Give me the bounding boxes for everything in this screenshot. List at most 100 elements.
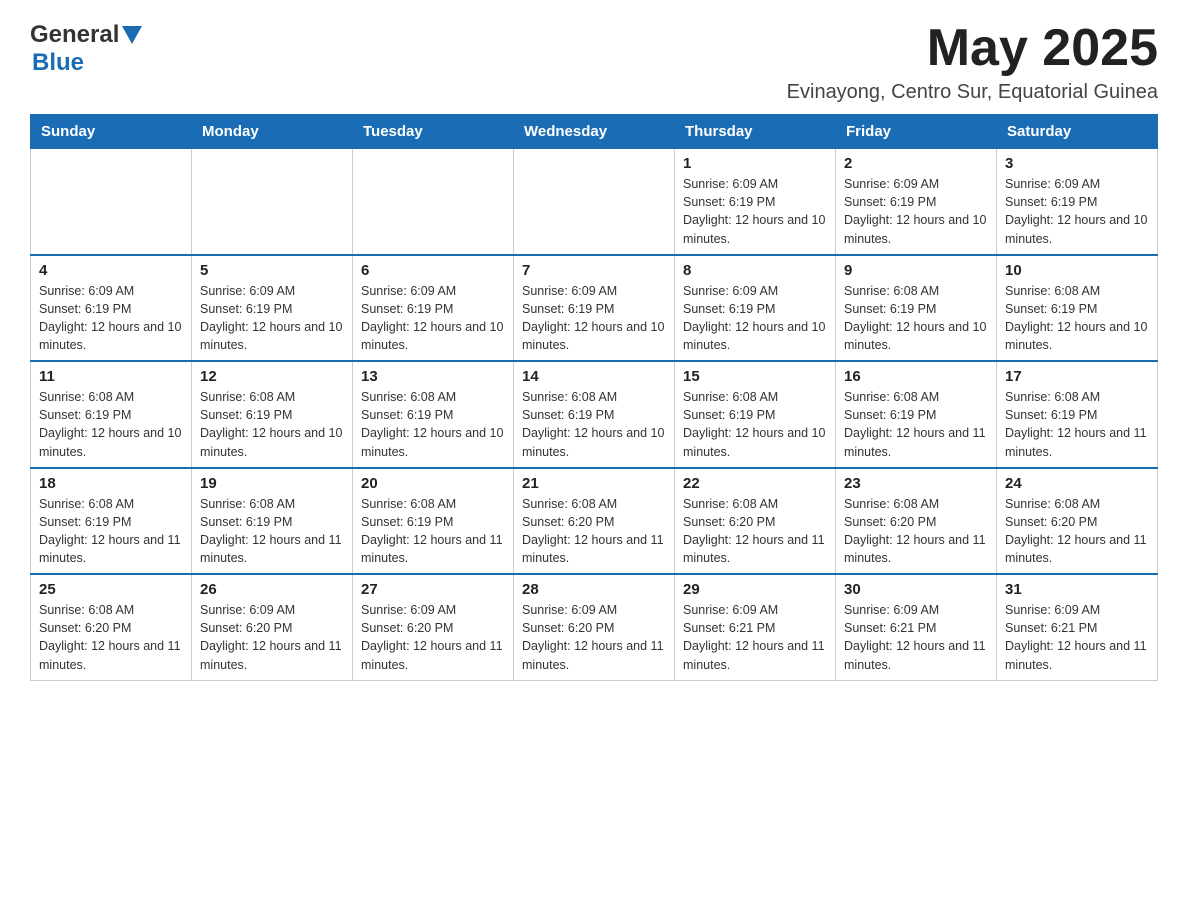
title-block: May 2025 Evinayong, Centro Sur, Equatori… bbox=[787, 20, 1158, 104]
day-number: 22 bbox=[683, 475, 827, 492]
calendar-week-row: 25 Sunrise: 6:08 AM Sunset: 6:20 PM Dayli… bbox=[31, 574, 1158, 680]
logo: General Blue bbox=[30, 20, 142, 77]
day-number: 29 bbox=[683, 581, 827, 598]
day-number: 11 bbox=[39, 368, 183, 385]
day-info: Sunrise: 6:08 AM Sunset: 6:19 PM Dayligh… bbox=[200, 388, 344, 461]
day-number: 9 bbox=[844, 262, 988, 279]
calendar-day-header: Thursday bbox=[675, 115, 836, 149]
calendar-day-cell: 12 Sunrise: 6:08 AM Sunset: 6:19 PM Dayli… bbox=[192, 361, 353, 468]
day-number: 25 bbox=[39, 581, 183, 598]
page-header: General Blue May 2025 Evinayong, Centro … bbox=[30, 20, 1158, 104]
calendar-day-cell: 19Sunrise: 6:08 AM Sunset: 6:19 PM Dayli… bbox=[192, 468, 353, 575]
day-info: Sunrise: 6:09 AM Sunset: 6:19 PM Dayligh… bbox=[683, 282, 827, 355]
calendar-day-cell: 3 Sunrise: 6:09 AM Sunset: 6:19 PM Daylig… bbox=[997, 149, 1158, 255]
day-info: Sunrise: 6:09 AM Sunset: 6:19 PM Dayligh… bbox=[683, 175, 827, 248]
day-number: 20 bbox=[361, 475, 505, 492]
day-info: Sunrise: 6:08 AM Sunset: 6:19 PM Dayligh… bbox=[1005, 282, 1149, 355]
day-number: 10 bbox=[1005, 262, 1149, 279]
day-number: 16 bbox=[844, 368, 988, 385]
day-number: 17 bbox=[1005, 368, 1149, 385]
calendar-day-cell bbox=[514, 149, 675, 255]
day-info: Sunrise: 6:08 AM Sunset: 6:19 PM Dayligh… bbox=[39, 495, 183, 568]
calendar-day-cell bbox=[353, 149, 514, 255]
calendar-day-cell: 17Sunrise: 6:08 AM Sunset: 6:19 PM Dayli… bbox=[997, 361, 1158, 468]
calendar-day-cell: 29 Sunrise: 6:09 AM Sunset: 6:21 PM Dayli… bbox=[675, 574, 836, 680]
day-info: Sunrise: 6:09 AM Sunset: 6:20 PM Dayligh… bbox=[522, 601, 666, 674]
calendar-day-cell bbox=[192, 149, 353, 255]
day-info: Sunrise: 6:08 AM Sunset: 6:20 PM Dayligh… bbox=[522, 495, 666, 568]
day-number: 4 bbox=[39, 262, 183, 279]
day-info: Sunrise: 6:08 AM Sunset: 6:19 PM Dayligh… bbox=[361, 495, 505, 568]
logo-general-text: General bbox=[30, 21, 119, 49]
day-number: 18 bbox=[39, 475, 183, 492]
day-number: 24 bbox=[1005, 475, 1149, 492]
day-info: Sunrise: 6:08 AM Sunset: 6:20 PM Dayligh… bbox=[39, 601, 183, 674]
calendar-header-row: SundayMondayTuesdayWednesdayThursdayFrid… bbox=[31, 115, 1158, 149]
calendar-day-cell: 14Sunrise: 6:08 AM Sunset: 6:19 PM Dayli… bbox=[514, 361, 675, 468]
day-info: Sunrise: 6:09 AM Sunset: 6:21 PM Dayligh… bbox=[1005, 601, 1149, 674]
calendar-week-row: 1 Sunrise: 6:09 AM Sunset: 6:19 PM Daylig… bbox=[31, 149, 1158, 255]
day-info: Sunrise: 6:09 AM Sunset: 6:19 PM Dayligh… bbox=[844, 175, 988, 248]
location-subtitle: Evinayong, Centro Sur, Equatorial Guinea bbox=[787, 81, 1158, 104]
calendar-day-header: Sunday bbox=[31, 115, 192, 149]
calendar-day-header: Monday bbox=[192, 115, 353, 149]
day-number: 27 bbox=[361, 581, 505, 598]
day-number: 15 bbox=[683, 368, 827, 385]
calendar-day-cell: 25 Sunrise: 6:08 AM Sunset: 6:20 PM Dayli… bbox=[31, 574, 192, 680]
calendar-day-header: Tuesday bbox=[353, 115, 514, 149]
calendar-day-cell: 28Sunrise: 6:09 AM Sunset: 6:20 PM Dayli… bbox=[514, 574, 675, 680]
calendar-table: SundayMondayTuesdayWednesdayThursdayFrid… bbox=[30, 114, 1158, 681]
calendar-day-cell: 21 Sunrise: 6:08 AM Sunset: 6:20 PM Dayli… bbox=[514, 468, 675, 575]
calendar-day-cell: 4Sunrise: 6:09 AM Sunset: 6:19 PM Daylig… bbox=[31, 255, 192, 362]
day-number: 13 bbox=[361, 368, 505, 385]
day-info: Sunrise: 6:09 AM Sunset: 6:20 PM Dayligh… bbox=[200, 601, 344, 674]
day-info: Sunrise: 6:09 AM Sunset: 6:19 PM Dayligh… bbox=[361, 282, 505, 355]
calendar-day-cell: 7 Sunrise: 6:09 AM Sunset: 6:19 PM Daylig… bbox=[514, 255, 675, 362]
day-info: Sunrise: 6:09 AM Sunset: 6:19 PM Dayligh… bbox=[1005, 175, 1149, 248]
day-number: 2 bbox=[844, 155, 988, 172]
calendar-day-cell: 23 Sunrise: 6:08 AM Sunset: 6:20 PM Dayli… bbox=[836, 468, 997, 575]
day-info: Sunrise: 6:08 AM Sunset: 6:20 PM Dayligh… bbox=[844, 495, 988, 568]
day-number: 3 bbox=[1005, 155, 1149, 172]
calendar-day-header: Friday bbox=[836, 115, 997, 149]
day-info: Sunrise: 6:08 AM Sunset: 6:20 PM Dayligh… bbox=[683, 495, 827, 568]
calendar-day-cell: 20 Sunrise: 6:08 AM Sunset: 6:19 PM Dayli… bbox=[353, 468, 514, 575]
calendar-day-cell: 11 Sunrise: 6:08 AM Sunset: 6:19 PM Dayli… bbox=[31, 361, 192, 468]
day-number: 7 bbox=[522, 262, 666, 279]
day-number: 14 bbox=[522, 368, 666, 385]
day-number: 6 bbox=[361, 262, 505, 279]
day-info: Sunrise: 6:09 AM Sunset: 6:20 PM Dayligh… bbox=[361, 601, 505, 674]
day-number: 21 bbox=[522, 475, 666, 492]
calendar-day-cell: 1 Sunrise: 6:09 AM Sunset: 6:19 PM Daylig… bbox=[675, 149, 836, 255]
calendar-day-cell: 9Sunrise: 6:08 AM Sunset: 6:19 PM Daylig… bbox=[836, 255, 997, 362]
day-number: 12 bbox=[200, 368, 344, 385]
logo-blue-text: Blue bbox=[32, 49, 84, 76]
day-number: 30 bbox=[844, 581, 988, 598]
calendar-day-cell: 22 Sunrise: 6:08 AM Sunset: 6:20 PM Dayli… bbox=[675, 468, 836, 575]
calendar-day-cell: 30 Sunrise: 6:09 AM Sunset: 6:21 PM Dayli… bbox=[836, 574, 997, 680]
day-info: Sunrise: 6:08 AM Sunset: 6:19 PM Dayligh… bbox=[39, 388, 183, 461]
calendar-day-cell: 27 Sunrise: 6:09 AM Sunset: 6:20 PM Dayli… bbox=[353, 574, 514, 680]
calendar-day-cell: 10 Sunrise: 6:08 AM Sunset: 6:19 PM Dayli… bbox=[997, 255, 1158, 362]
calendar-week-row: 4 Sunrise: 6:09 AM Sunset: 6:19 PM Daylig… bbox=[31, 255, 1158, 362]
day-info: Sunrise: 6:08 AM Sunset: 6:19 PM Dayligh… bbox=[844, 388, 988, 461]
calendar-week-row: 11 Sunrise: 6:08 AM Sunset: 6:19 PM Dayli… bbox=[31, 361, 1158, 468]
month-title: May 2025 bbox=[787, 20, 1158, 77]
calendar-day-cell: 15 Sunrise: 6:08 AM Sunset: 6:19 PM Dayli… bbox=[675, 361, 836, 468]
day-info: Sunrise: 6:08 AM Sunset: 6:19 PM Dayligh… bbox=[683, 388, 827, 461]
calendar-day-cell: 31Sunrise: 6:09 AM Sunset: 6:21 PM Dayli… bbox=[997, 574, 1158, 680]
day-info: Sunrise: 6:08 AM Sunset: 6:19 PM Dayligh… bbox=[361, 388, 505, 461]
day-number: 1 bbox=[683, 155, 827, 172]
calendar-day-cell bbox=[31, 149, 192, 255]
calendar-day-cell: 5Sunrise: 6:09 AM Sunset: 6:19 PM Daylig… bbox=[192, 255, 353, 362]
day-number: 19 bbox=[200, 475, 344, 492]
day-number: 5 bbox=[200, 262, 344, 279]
day-info: Sunrise: 6:09 AM Sunset: 6:21 PM Dayligh… bbox=[683, 601, 827, 674]
day-info: Sunrise: 6:09 AM Sunset: 6:19 PM Dayligh… bbox=[522, 282, 666, 355]
calendar-day-header: Saturday bbox=[997, 115, 1158, 149]
calendar-day-cell: 26Sunrise: 6:09 AM Sunset: 6:20 PM Dayli… bbox=[192, 574, 353, 680]
day-number: 23 bbox=[844, 475, 988, 492]
day-info: Sunrise: 6:09 AM Sunset: 6:21 PM Dayligh… bbox=[844, 601, 988, 674]
calendar-day-cell: 18 Sunrise: 6:08 AM Sunset: 6:19 PM Dayli… bbox=[31, 468, 192, 575]
calendar-day-cell: 16 Sunrise: 6:08 AM Sunset: 6:19 PM Dayli… bbox=[836, 361, 997, 468]
